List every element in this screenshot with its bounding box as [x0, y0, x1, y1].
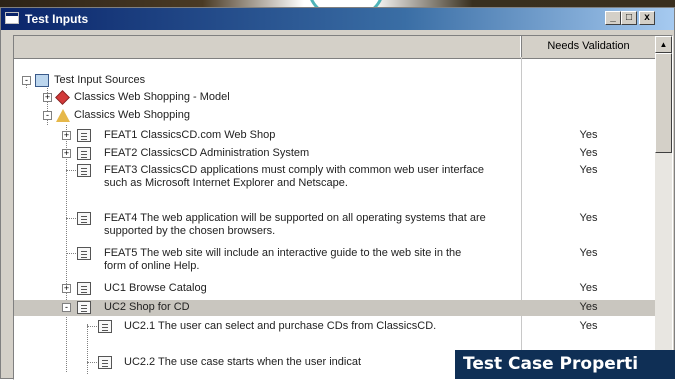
vertical-scrollbar[interactable]: ▲ [655, 36, 672, 379]
document-icon [77, 164, 91, 177]
title-bar[interactable]: Test Inputs _ □ x [1, 8, 674, 30]
needs-validation-value: Yes [579, 164, 598, 176]
tree-item-label: UC2.1 The user can select and purchase C… [124, 320, 437, 332]
tree-row[interactable]: FEAT3 ClassicsCD applications must compl… [14, 164, 655, 206]
column-header-bar: Needs Validation [14, 36, 655, 59]
tree-line [87, 362, 97, 363]
tree-line [66, 218, 76, 219]
tree-item-label: FEAT5 The web site will include an inter… [104, 247, 462, 272]
tree-row[interactable]: FEAT4 The web application will be suppor… [14, 212, 655, 240]
tree-item-label: FEAT4 The web application will be suppor… [104, 212, 486, 237]
needs-validation-value: Yes [579, 301, 598, 313]
tree-item-label: UC2 Shop for CD [104, 301, 190, 313]
tree-row[interactable]: FEAT5 The web site will include an inter… [14, 247, 655, 275]
expand-toggle[interactable]: + [62, 131, 71, 140]
needs-validation-value: Yes [579, 282, 598, 294]
test-case-properties-caption: Test Case Properti [455, 350, 675, 379]
tree-item-label: FEAT3 ClassicsCD applications must compl… [104, 164, 485, 189]
tree-item-label: FEAT2 ClassicsCD Administration System [104, 147, 310, 159]
expand-toggle[interactable]: + [43, 93, 52, 102]
document-icon [77, 282, 91, 295]
expand-toggle[interactable]: + [62, 284, 71, 293]
collapse-toggle[interactable]: - [22, 76, 31, 85]
collapse-toggle[interactable]: - [62, 303, 71, 312]
window-icon [5, 12, 19, 24]
scroll-up-arrow-icon[interactable]: ▲ [655, 36, 672, 53]
expand-toggle[interactable]: + [62, 149, 71, 158]
needs-validation-value: Yes [579, 212, 598, 224]
tree-item-label: Classics Web Shopping [74, 109, 190, 121]
document-icon [77, 129, 91, 142]
column-header-name[interactable] [14, 36, 522, 57]
maximize-button[interactable]: □ [621, 11, 637, 25]
document-icon [77, 247, 91, 260]
tree-item-label: UC2.2 The use case starts when the user … [124, 356, 362, 368]
column-header-needs-validation[interactable]: Needs Validation [522, 36, 655, 57]
tree-row[interactable]: + FEAT1 ClassicsCD.com Web Shop Yes [14, 129, 655, 143]
tree-item-label: UC1 Browse Catalog [104, 282, 207, 294]
tree-row[interactable]: + UC1 Browse Catalog Yes [14, 282, 655, 296]
document-icon [98, 356, 112, 369]
document-icon [77, 147, 91, 160]
needs-validation-value: Yes [579, 320, 598, 332]
test-inputs-window: Test Inputs _ □ x Needs Validation - Tes… [0, 7, 675, 380]
tree-line [66, 253, 76, 254]
tree-row[interactable]: + FEAT2 ClassicsCD Administration System… [14, 147, 655, 161]
tree-item-label: Test Input Sources [54, 74, 146, 86]
tree-row[interactable]: + Classics Web Shopping - Model [14, 90, 655, 105]
document-icon [77, 301, 91, 314]
project-icon [56, 109, 70, 122]
document-icon [77, 212, 91, 225]
needs-validation-value: Yes [579, 247, 598, 259]
tree-line [66, 170, 76, 171]
tree-row[interactable]: - Test Input Sources [14, 74, 655, 88]
tree-line [87, 326, 97, 327]
needs-validation-value: Yes [579, 147, 598, 159]
tree-item-label: FEAT1 ClassicsCD.com Web Shop [104, 129, 276, 141]
collapse-toggle[interactable]: - [43, 111, 52, 120]
window-title: Test Inputs [25, 12, 89, 26]
tree-row[interactable]: - Classics Web Shopping [14, 109, 655, 123]
scrollbar-thumb[interactable] [655, 53, 672, 153]
tree-item-label: Classics Web Shopping - Model [74, 91, 230, 103]
model-icon [55, 90, 70, 105]
tree-row-selected[interactable]: - UC2 Shop for CD Yes [14, 300, 655, 316]
minimize-button[interactable]: _ [605, 11, 621, 25]
tree-row[interactable]: UC2.1 The user can select and purchase C… [14, 320, 655, 348]
root-folder-icon [35, 74, 49, 87]
document-icon [98, 320, 112, 333]
needs-validation-value: Yes [579, 129, 598, 141]
close-button[interactable]: x [639, 11, 655, 25]
tree-list-view[interactable]: Needs Validation - Test Input Sources + … [13, 35, 673, 380]
